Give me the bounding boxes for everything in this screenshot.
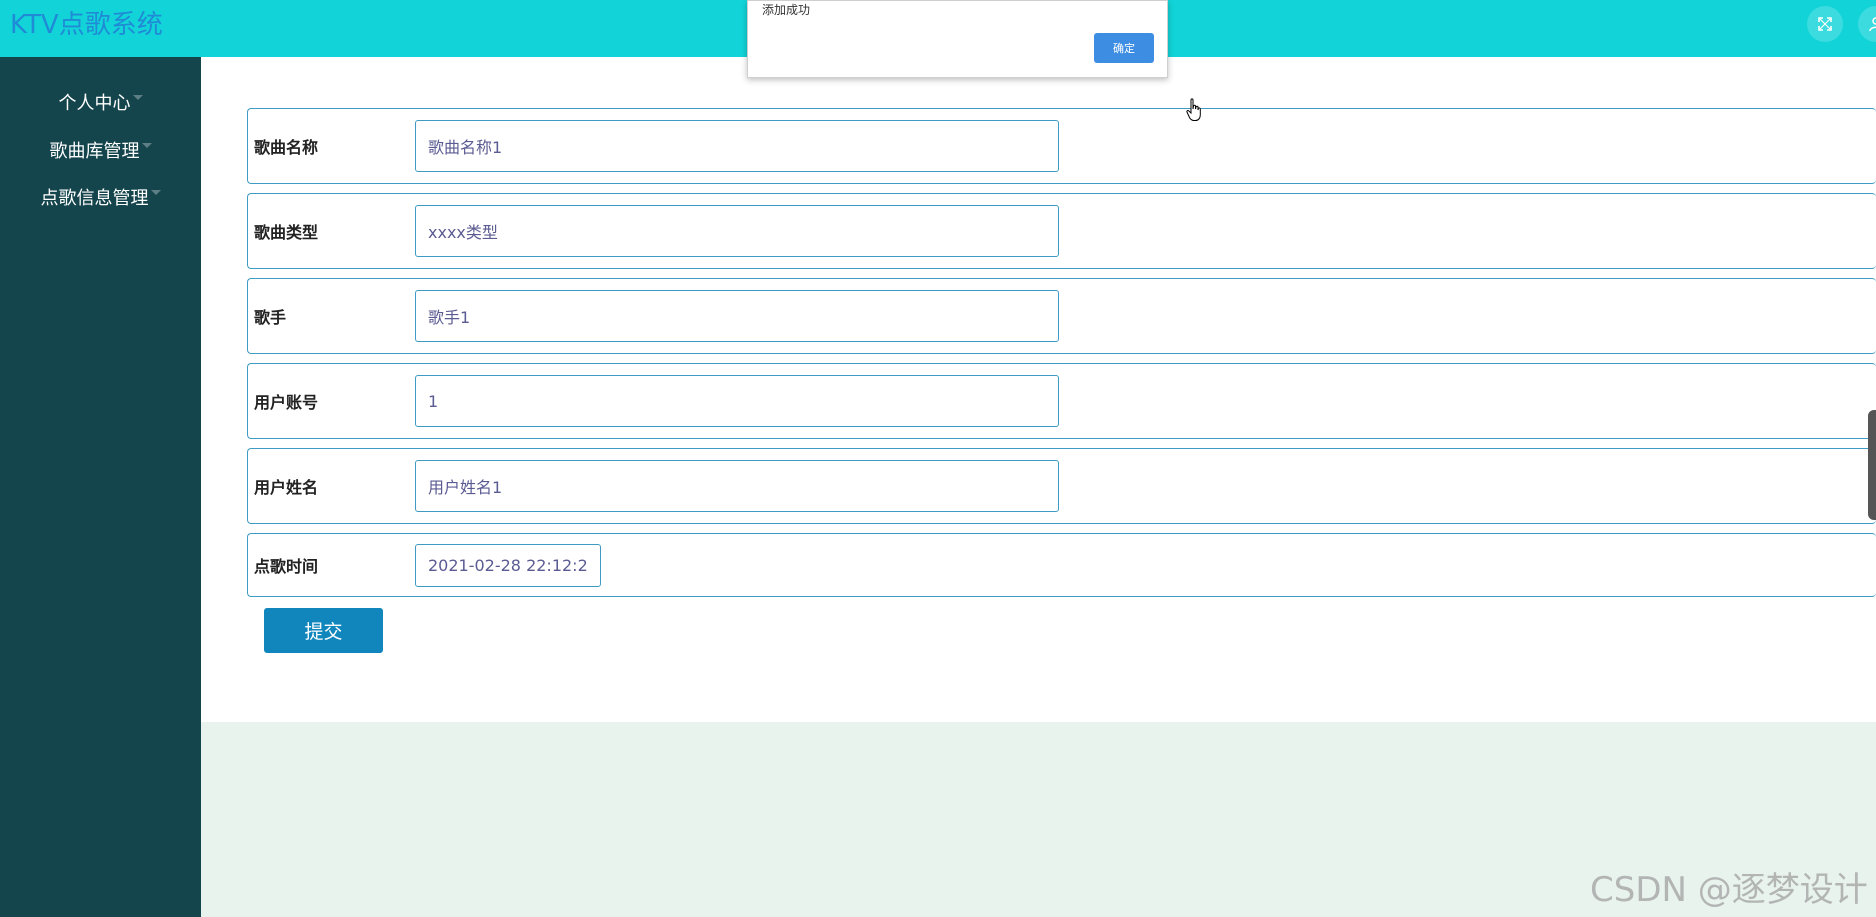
user-button[interactable]: [1858, 6, 1876, 42]
watermark: CSDN @逐梦设计: [1590, 870, 1868, 910]
dialog-ok-button[interactable]: 确定: [1094, 33, 1154, 63]
sidebar-item-label: 歌曲库管理: [49, 141, 140, 162]
song-type-input[interactable]: [415, 205, 1059, 257]
sidebar: 个人中心 歌曲库管理 点歌信息管理: [0, 57, 201, 917]
sidebar-item-song-request-info[interactable]: 点歌信息管理: [0, 177, 201, 217]
user-icon: [1869, 17, 1876, 32]
user-name-label: 用户姓名: [254, 478, 319, 497]
sidebar-item-label: 个人中心: [58, 93, 131, 114]
submit-button[interactable]: 提交: [264, 608, 383, 653]
caret-down-icon: [150, 189, 161, 195]
form-row-song-name: 歌曲名称: [247, 108, 1876, 184]
sidebar-item-label: 点歌信息管理: [40, 188, 149, 209]
scroll-handle[interactable]: [1868, 410, 1876, 520]
alert-dialog: 添加成功 确定: [747, 0, 1168, 78]
user-account-label: 用户账号: [254, 393, 319, 412]
fullscreen-icon: [1818, 17, 1832, 31]
form-row-song-type: 歌曲类型: [247, 193, 1876, 269]
song-name-label: 歌曲名称: [254, 138, 319, 157]
user-name-input[interactable]: [415, 460, 1059, 512]
request-time-label: 点歌时间: [254, 557, 319, 576]
sidebar-item-personal-center[interactable]: 个人中心: [0, 82, 201, 122]
fullscreen-button[interactable]: [1807, 6, 1843, 42]
caret-down-icon: [132, 94, 143, 100]
hand-pointer-icon: [1186, 98, 1201, 121]
form-row-singer: 歌手: [247, 278, 1876, 354]
form-row-request-time: 点歌时间: [247, 533, 1876, 597]
dialog-message: 添加成功: [762, 3, 811, 17]
app-title: KTV点歌系统: [10, 10, 163, 40]
caret-down-icon: [141, 142, 152, 148]
request-time-input[interactable]: [415, 544, 601, 587]
form-row-user-account: 用户账号: [247, 363, 1876, 439]
song-type-label: 歌曲类型: [254, 223, 319, 242]
song-name-input[interactable]: [415, 120, 1059, 172]
singer-input[interactable]: [415, 290, 1059, 342]
singer-label: 歌手: [254, 308, 287, 327]
sidebar-item-song-library[interactable]: 歌曲库管理: [0, 130, 201, 170]
user-account-input[interactable]: [415, 375, 1059, 427]
form-row-user-name: 用户姓名: [247, 448, 1876, 524]
